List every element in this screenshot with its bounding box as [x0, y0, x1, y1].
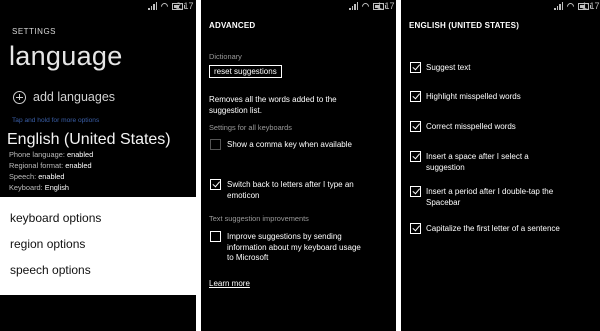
settings-kicker: SETTINGS	[12, 27, 57, 36]
detail-phone-language: Phone language: enabled	[9, 150, 94, 159]
suggest-text-label: Suggest text	[426, 63, 471, 72]
menu-item-keyboard-options[interactable]: keyboard options	[10, 211, 101, 225]
plus-icon	[13, 90, 26, 104]
switch-back-checkbox[interactable]	[210, 179, 221, 190]
status-bar: 1:17	[201, 0, 396, 14]
highlight-misspelled-checkbox[interactable]	[410, 91, 421, 102]
detail-speech: Speech: enabled	[9, 172, 65, 181]
menu-item-region-options[interactable]: region options	[10, 237, 85, 251]
clock: 1:17	[582, 1, 600, 11]
checkmark-icon	[411, 91, 420, 100]
capitalize-first-checkbox[interactable]	[410, 223, 421, 234]
correct-misspelled-checkbox[interactable]	[410, 121, 421, 132]
signal-icon	[349, 2, 358, 10]
insert-space-checkbox[interactable]	[410, 151, 421, 162]
wifi-icon	[360, 1, 371, 12]
page-title: ENGLISH (UNITED STATES)	[409, 21, 520, 30]
detail-regional-format: Regional format: enabled	[9, 161, 92, 170]
signal-icon	[148, 2, 157, 10]
checkmark-icon	[411, 186, 420, 195]
add-languages-label: add languages	[33, 90, 116, 104]
insert-period-label: Insert a period after I double-tap the Sp…	[426, 187, 554, 207]
text-suggestion-label: Text suggestion improvements	[209, 214, 309, 223]
checkmark-icon	[411, 151, 420, 160]
language-screen: 2:17 SETTINGS language add languages Tap…	[0, 0, 196, 331]
correct-misspelled-label: Correct misspelled words	[426, 122, 516, 131]
add-languages-button[interactable]: add languages	[13, 90, 115, 104]
comma-key-checkbox[interactable]	[210, 139, 221, 150]
checkmark-icon	[211, 179, 220, 188]
improve-suggestions-label: Improve suggestions by sending informatio…	[227, 232, 361, 262]
switch-back-label: Switch back to letters after I type an em…	[227, 180, 354, 200]
highlight-misspelled-label: Highlight misspelled words	[426, 92, 521, 101]
checkmark-icon	[411, 121, 420, 130]
insert-space-label: Insert a space after I select a suggestio…	[426, 152, 529, 172]
english-keyboard-screen: 1:17 ENGLISH (UNITED STATES) Suggest tex…	[401, 0, 600, 331]
wifi-icon	[565, 1, 576, 12]
page-title: language	[9, 41, 123, 71]
tap-hold-hint: Tap and hold for more options	[12, 117, 100, 124]
suggest-text-checkbox[interactable]	[410, 62, 421, 73]
status-bar: 1:17	[401, 0, 600, 14]
clock: 2:17	[176, 1, 194, 11]
capitalize-first-label: Capitalize the first letter of a sentenc…	[426, 224, 560, 233]
signal-icon	[554, 2, 563, 10]
reset-suggestions-button[interactable]: reset suggestions	[209, 65, 282, 78]
checkmark-icon	[411, 62, 420, 71]
clock: 1:17	[377, 1, 395, 11]
menu-item-speech-options[interactable]: speech options	[10, 263, 91, 277]
insert-period-checkbox[interactable]	[410, 186, 421, 197]
comma-key-label: Show a comma key when available	[227, 140, 352, 149]
detail-keyboard: Keyboard: English	[9, 183, 70, 192]
all-keyboards-label: Settings for all keyboards	[209, 123, 292, 132]
language-entry-english-us[interactable]: English (United States)	[7, 131, 171, 149]
reset-description: Removes all the words added to the sugges…	[209, 95, 337, 115]
wifi-icon	[159, 1, 170, 12]
dictionary-label: Dictionary	[209, 52, 242, 61]
advanced-screen: 1:17 ADVANCED Dictionary reset suggestio…	[201, 0, 396, 331]
improve-suggestions-checkbox[interactable]	[210, 231, 221, 242]
page-title: ADVANCED	[209, 21, 256, 30]
status-bar: 2:17	[0, 0, 196, 14]
checkmark-icon	[411, 223, 420, 232]
context-menu: keyboard options region options speech o…	[0, 197, 196, 295]
learn-more-link[interactable]: Learn more	[209, 279, 250, 288]
